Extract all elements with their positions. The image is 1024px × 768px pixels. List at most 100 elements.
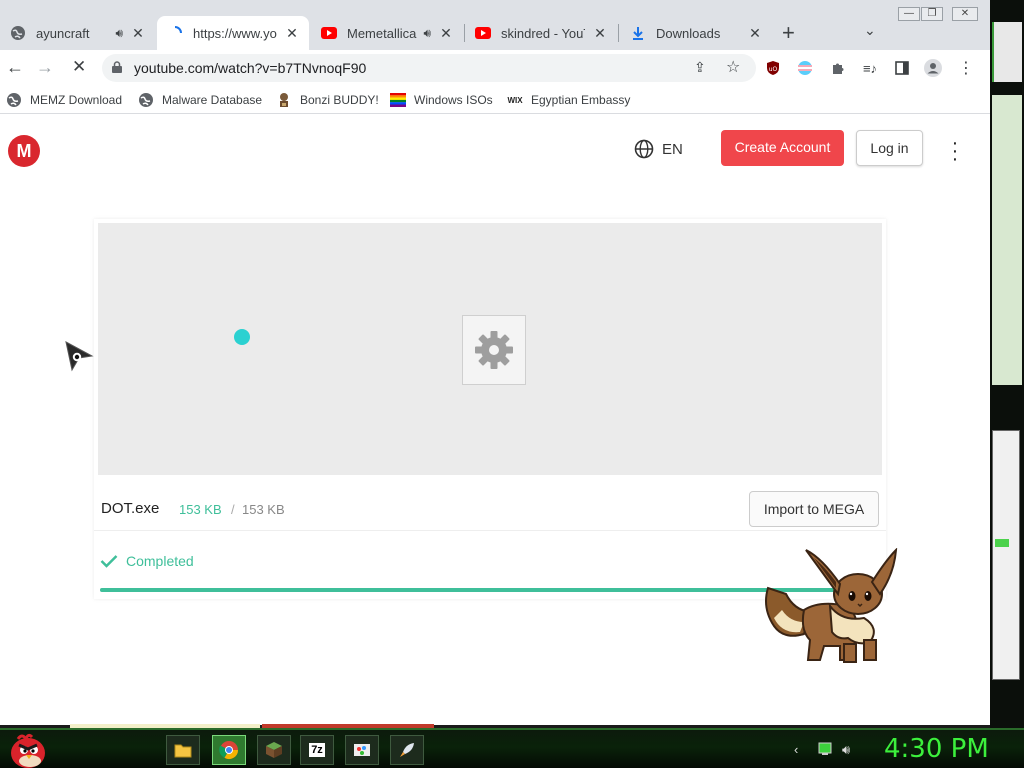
7zip-icon[interactable]: 7z — [300, 735, 334, 765]
tab-title: Downloads — [656, 25, 721, 41]
eevee-desktop-pet — [765, 548, 898, 663]
extensions-puzzle-icon[interactable] — [829, 59, 847, 77]
import-to-mega-button[interactable]: Import to MEGA — [749, 491, 879, 527]
maximize-button[interactable]: ❐ — [921, 7, 943, 21]
speaker-icon[interactable]: 🔊︎ — [423, 26, 431, 41]
ublock-origin-icon[interactable]: uO — [764, 59, 782, 77]
more-options-icon[interactable]: · · · — [949, 133, 961, 169]
minimize-button[interactable]: — — [898, 7, 920, 21]
login-button[interactable]: Log in — [856, 130, 923, 166]
file-info-row: DOT.exe 153 KB / 153 KB Import to MEGA — [94, 481, 886, 531]
size-separator: / — [231, 502, 235, 517]
download-icon — [630, 25, 646, 41]
file-thumbnail — [462, 315, 526, 385]
tab-title: https://www.you — [193, 25, 277, 41]
close-tab-icon[interactable]: ✕ — [748, 25, 762, 42]
tab-ayuncraft[interactable]: ayuncraft 🔊︎ ✕ — [0, 16, 155, 50]
background-window-edge — [992, 430, 1020, 680]
tab-youtube-loading[interactable]: https://www.you ✕ — [157, 16, 309, 50]
speaker-icon[interactable]: 🔊︎ — [115, 26, 123, 41]
globe-icon — [138, 92, 154, 108]
file-explorer-icon[interactable] — [166, 735, 200, 765]
chrome-menu-icon[interactable]: ⋮ — [957, 59, 975, 77]
lock-icon — [112, 61, 122, 73]
tab-memetallica[interactable]: Memetallica 🔊︎ ✕ — [311, 16, 463, 50]
stop-loading-icon[interactable]: ✕ — [72, 57, 86, 77]
address-bar[interactable]: youtube.com/watch?v=b7TNvnoqF90 ⇪ ☆ — [102, 54, 756, 82]
tab-title: ayuncraft — [36, 25, 90, 41]
trans-flag-extension-icon[interactable] — [796, 59, 814, 77]
bookmark-egyptian-embassy[interactable]: WIX Egyptian Embassy — [507, 92, 630, 108]
media-control-icon[interactable]: ≡♪ — [861, 59, 879, 77]
globe-icon — [634, 139, 654, 159]
downloaded-size: 153 KB — [179, 502, 222, 517]
mega-logo[interactable]: M — [8, 135, 40, 167]
globe-icon — [10, 25, 26, 41]
background-window-edge — [992, 22, 1022, 82]
mouse-pointer-icon — [65, 341, 94, 372]
globe-icon — [6, 92, 22, 108]
chrome-icon[interactable] — [212, 735, 246, 765]
bookmark-label: MEMZ Download — [30, 93, 123, 107]
tray-network-icon[interactable] — [818, 742, 832, 759]
taskbar-clock[interactable]: 4:30 PM — [884, 734, 989, 764]
language-label: EN — [662, 140, 683, 158]
start-button-angry-bird-icon[interactable] — [8, 731, 48, 768]
wix-icon: WIX — [507, 95, 523, 105]
loading-spinner-icon — [167, 25, 183, 41]
background-window-edge — [992, 95, 1022, 385]
file-name: DOT.exe — [101, 500, 160, 517]
taskbar: 7z ‹ 🔊︎ 4:30 PM — [0, 724, 1024, 768]
tray-chevron-icon[interactable]: ‹ — [794, 742, 798, 757]
gear-icon — [475, 331, 513, 369]
bookmark-windows-isos[interactable]: Windows ISOs — [390, 92, 493, 108]
forward-arrow-icon[interactable]: → — [36, 57, 54, 78]
close-tab-icon[interactable]: ✕ — [285, 25, 299, 42]
bookmark-malware-database[interactable]: Malware Database — [138, 92, 262, 108]
minecraft-icon[interactable] — [257, 735, 291, 765]
progress-fill — [100, 588, 870, 592]
bookmark-label: Malware Database — [162, 93, 263, 107]
close-tab-icon[interactable]: ✕ — [593, 25, 607, 42]
tab-strip: ayuncraft 🔊︎ ✕ https://www.you ✕ Memetal… — [0, 0, 990, 50]
youtube-icon — [321, 25, 337, 41]
desktop-background — [990, 0, 1024, 728]
language-selector[interactable]: EN — [634, 139, 683, 159]
file-preview-area — [98, 223, 882, 475]
bookmark-label: Windows ISOs — [414, 93, 493, 107]
tab-skindred[interactable]: skindred - YouTu ✕ — [465, 16, 617, 50]
close-tab-icon[interactable]: ✕ — [131, 25, 145, 42]
bookmark-bonzi-buddy[interactable]: Bonzi BUDDY! — [276, 92, 379, 108]
bookmark-label: Egyptian Embassy — [531, 93, 631, 107]
download-status: Completed — [100, 553, 194, 569]
profile-avatar-icon[interactable] — [924, 59, 942, 77]
bookmark-memz-download[interactable]: MEMZ Download — [6, 92, 122, 108]
youtube-icon — [475, 25, 491, 41]
tab-downloads[interactable]: Downloads ✕ — [620, 16, 772, 50]
status-label: Completed — [126, 553, 194, 569]
bookmark-label: Bonzi BUDDY! — [300, 93, 379, 107]
side-panel-icon[interactable] — [893, 59, 911, 77]
create-account-button[interactable]: Create Account — [721, 130, 844, 166]
bookmarks-bar: MEMZ Download Malware Database Bonzi BUD… — [0, 86, 990, 114]
rocket-icon[interactable] — [390, 735, 424, 765]
checkmark-icon — [100, 555, 118, 568]
tab-title: skindred - YouTu — [501, 25, 585, 41]
rainbow-flag-icon — [390, 92, 406, 108]
tab-title: Memetallica — [347, 25, 417, 41]
bonzi-icon — [276, 92, 292, 108]
download-card: DOT.exe 153 KB / 153 KB Import to MEGA C… — [94, 219, 886, 599]
tab-search-chevron-icon[interactable]: ⌄ — [864, 22, 876, 39]
total-size: 153 KB — [242, 502, 285, 517]
svg-text:uO: uO — [769, 66, 778, 73]
share-icon[interactable]: ⇪ — [694, 59, 706, 76]
url-text: youtube.com/watch?v=b7TNvnoqF90 — [134, 60, 367, 76]
back-arrow-icon[interactable]: ← — [6, 57, 24, 78]
close-window-button[interactable]: ✕ — [952, 7, 978, 21]
volume-icon[interactable]: 🔊︎ — [842, 742, 850, 758]
new-tab-button[interactable]: + — [782, 20, 795, 46]
bookmark-star-icon[interactable]: ☆ — [726, 57, 740, 77]
cursor-highlight-dot — [234, 329, 250, 345]
close-tab-icon[interactable]: ✕ — [439, 25, 453, 42]
paint-icon[interactable] — [345, 735, 379, 765]
